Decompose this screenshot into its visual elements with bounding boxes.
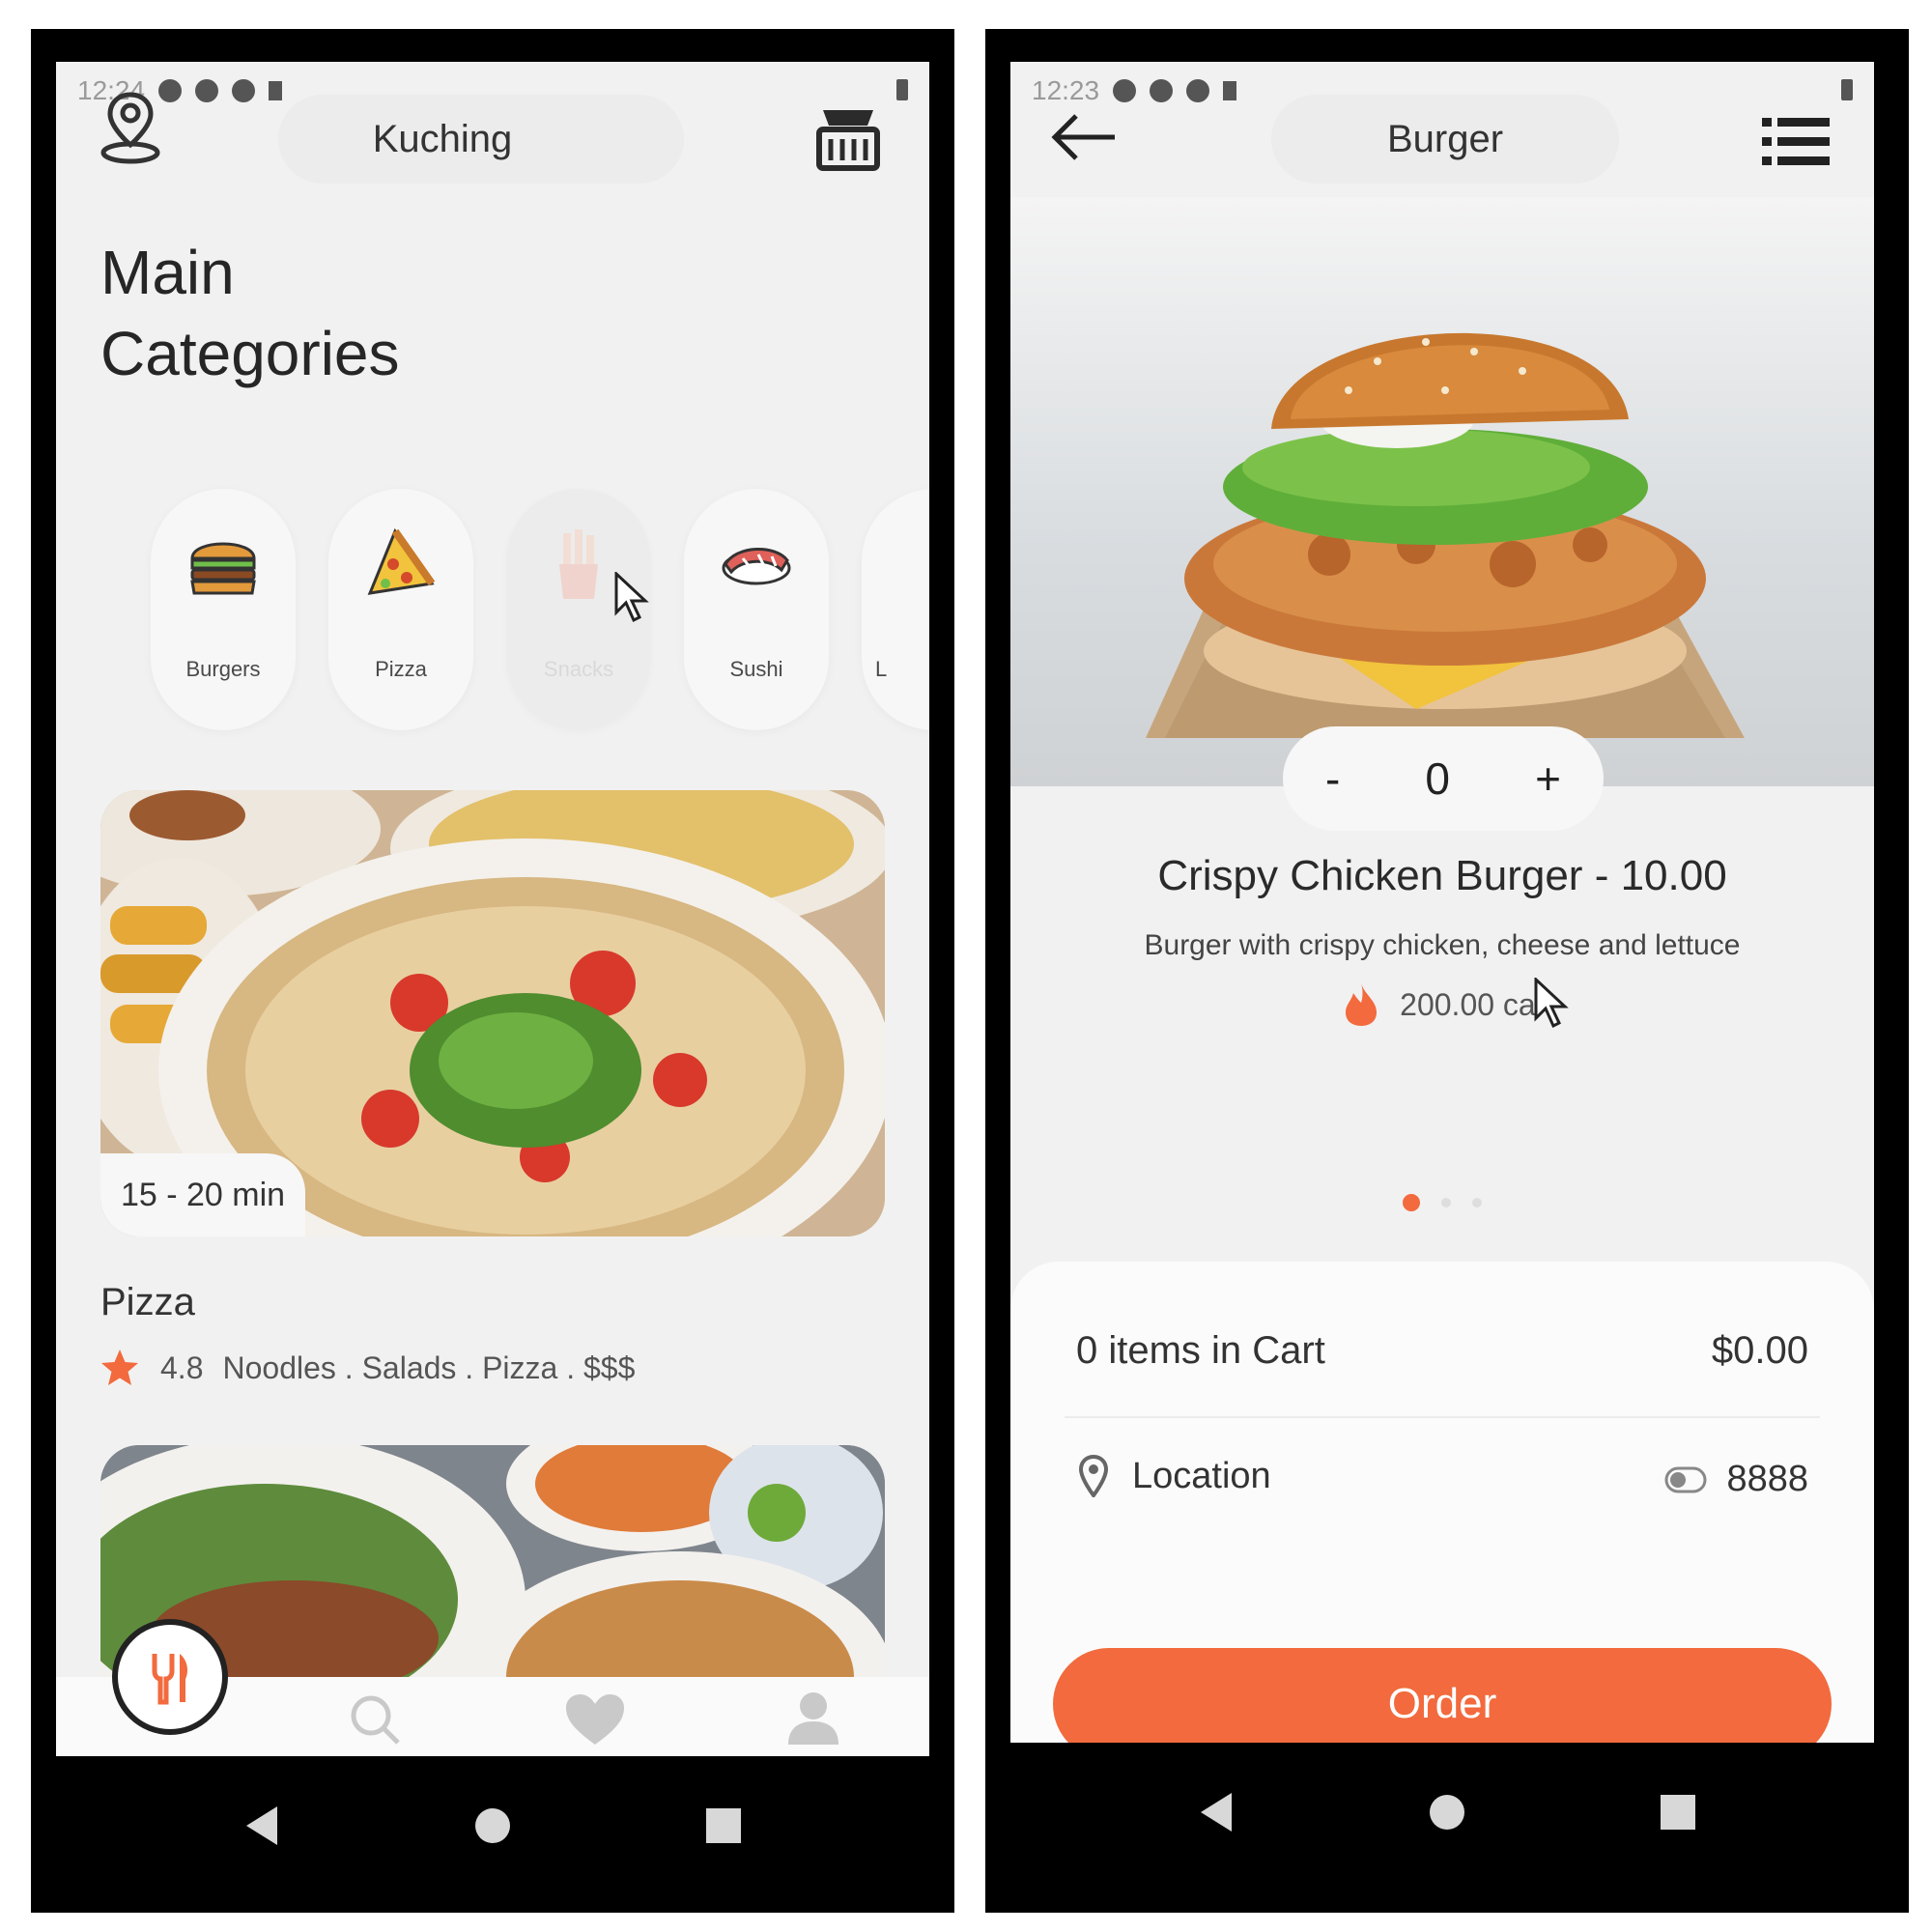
menu-button[interactable] — [1760, 104, 1832, 177]
quantity-value: 0 — [1425, 753, 1451, 804]
back-button[interactable] — [1049, 112, 1119, 167]
burger-icon — [185, 526, 262, 603]
pizza-icon — [362, 526, 440, 603]
app-status-icon — [195, 79, 219, 102]
right-screen: 12:23 Burger - 0 + Crispy Chicken Burger… — [1010, 62, 1874, 1743]
recents-nav-button[interactable] — [1639, 1774, 1717, 1851]
heading-line-1: Main — [100, 238, 235, 307]
status-bar: 12:23 — [1032, 75, 1237, 106]
back-nav-button[interactable] — [223, 1787, 300, 1864]
location-pin-icon[interactable] — [97, 89, 164, 166]
right-phone-frame: 12:23 Burger - 0 + Crispy Chicken Burger… — [985, 29, 1909, 1913]
title-pill: Burger — [1271, 95, 1619, 184]
vpn-status-icon — [232, 79, 256, 102]
category-partial[interactable]: L — [862, 489, 929, 730]
mouse-cursor — [614, 572, 649, 623]
profile-nav-button[interactable] — [786, 1689, 840, 1751]
cart-summary: 0 items in Cart — [1076, 1329, 1325, 1372]
category-pizza[interactable]: Pizza — [328, 489, 473, 730]
cart-panel: 0 items in Cart $0.00 Location 8888 Orde… — [1010, 1262, 1874, 1743]
divider — [1065, 1416, 1820, 1418]
home-circle-icon — [1429, 1795, 1464, 1830]
calories-row: 200.00 cal — [1010, 981, 1874, 1028]
arrow-left-icon — [1051, 114, 1115, 160]
location-label: Location — [1132, 1455, 1271, 1496]
category-label: Snacks — [543, 657, 614, 681]
product-image — [1010, 197, 1874, 786]
battery-icon — [1841, 79, 1853, 100]
battery-icon — [896, 79, 908, 100]
mouse-cursor — [1534, 978, 1569, 1029]
search-icon — [351, 1695, 400, 1745]
back-triangle-icon — [1201, 1793, 1233, 1832]
location-value-row: 8888 — [1664, 1459, 1808, 1500]
status-time: 12:23 — [1032, 75, 1100, 105]
fries-icon — [540, 526, 617, 603]
eta-text: 15 - 20 min — [120, 1176, 286, 1213]
increase-button[interactable]: + — [1535, 753, 1561, 805]
carousel-dot-active[interactable] — [1403, 1194, 1420, 1211]
recents-nav-button[interactable] — [685, 1787, 762, 1864]
sushi-icon — [718, 526, 795, 603]
category-label: L — [875, 657, 888, 681]
restaurant-name[interactable]: Pizza — [100, 1281, 195, 1324]
toggle-icon[interactable] — [1664, 1466, 1707, 1493]
category-label: Burgers — [185, 657, 261, 681]
cart-icon[interactable] — [810, 91, 887, 178]
cutlery-icon — [152, 1654, 187, 1705]
order-button[interactable]: Order — [1053, 1648, 1832, 1743]
carousel-dot[interactable] — [1441, 1198, 1451, 1208]
category-sushi[interactable]: Sushi — [684, 489, 829, 730]
location-row[interactable]: Location — [1078, 1455, 1271, 1497]
location-value: 8888 — [1726, 1459, 1808, 1499]
flame-icon — [1346, 983, 1378, 1026]
page-heading: Main Categories — [100, 232, 400, 394]
map-pin-icon — [1078, 1455, 1109, 1497]
restaurant-meta: 4.8 Noodles . Salads . Pizza . $$$ — [99, 1347, 635, 1389]
quantity-stepper: - 0 + — [1283, 726, 1604, 831]
location-title: Kuching — [372, 117, 513, 160]
restaurant-tags: Noodles . Salads . Pizza . $$$ — [222, 1350, 636, 1385]
category-label: Sushi — [729, 657, 783, 681]
settings-status-icon — [1113, 79, 1137, 102]
vpn-status-icon — [1186, 79, 1210, 102]
recents-square-icon — [705, 1808, 741, 1843]
decrease-button[interactable]: - — [1325, 753, 1340, 805]
recents-square-icon — [1660, 1795, 1695, 1830]
sim-status-icon — [269, 81, 283, 100]
cart-total: $0.00 — [1711, 1329, 1808, 1372]
user-icon — [788, 1692, 838, 1745]
restaurant-image-2[interactable] — [100, 1445, 885, 1677]
location-title-pill[interactable]: Kuching — [278, 95, 684, 184]
eta-badge: 15 - 20 min — [100, 1153, 305, 1236]
heading-line-2: Categories — [100, 319, 400, 388]
page-title: Burger — [1386, 117, 1504, 160]
product-title: Crispy Chicken Burger - 10.00 — [1157, 852, 1727, 899]
category-label: Pizza — [375, 657, 427, 681]
back-nav-button[interactable] — [1178, 1774, 1255, 1851]
rating-value: 4.8 — [160, 1350, 204, 1385]
android-nav-bar — [985, 1745, 1909, 1880]
home-circle-icon — [474, 1808, 510, 1843]
home-nav-button[interactable] — [112, 1619, 228, 1735]
star-icon — [101, 1350, 138, 1385]
order-button-label: Order — [1387, 1680, 1497, 1727]
android-nav-bar — [31, 1758, 954, 1893]
carousel-indicator — [1010, 1194, 1874, 1211]
sim-status-icon — [1223, 81, 1237, 100]
home-nav-system-button[interactable] — [454, 1787, 531, 1864]
carousel-dot[interactable] — [1472, 1198, 1482, 1208]
app-status-icon — [1150, 79, 1174, 102]
category-burgers[interactable]: Burgers — [151, 489, 296, 730]
calories-value: 200.00 cal — [1400, 986, 1543, 1022]
left-screen: 12:24 Kuching Main Categories Burgers Pi… — [56, 62, 929, 1756]
search-nav-button[interactable] — [346, 1690, 404, 1753]
home-nav-system-button[interactable] — [1408, 1774, 1486, 1851]
favorites-nav-button[interactable] — [564, 1692, 626, 1751]
menu-list-icon — [1762, 118, 1830, 165]
left-phone-frame: 12:24 Kuching Main Categories Burgers Pi… — [31, 29, 954, 1913]
heart-icon — [566, 1694, 624, 1745]
product-description: Burger with crispy chicken, cheese and l… — [1144, 929, 1741, 961]
back-triangle-icon — [246, 1806, 278, 1845]
